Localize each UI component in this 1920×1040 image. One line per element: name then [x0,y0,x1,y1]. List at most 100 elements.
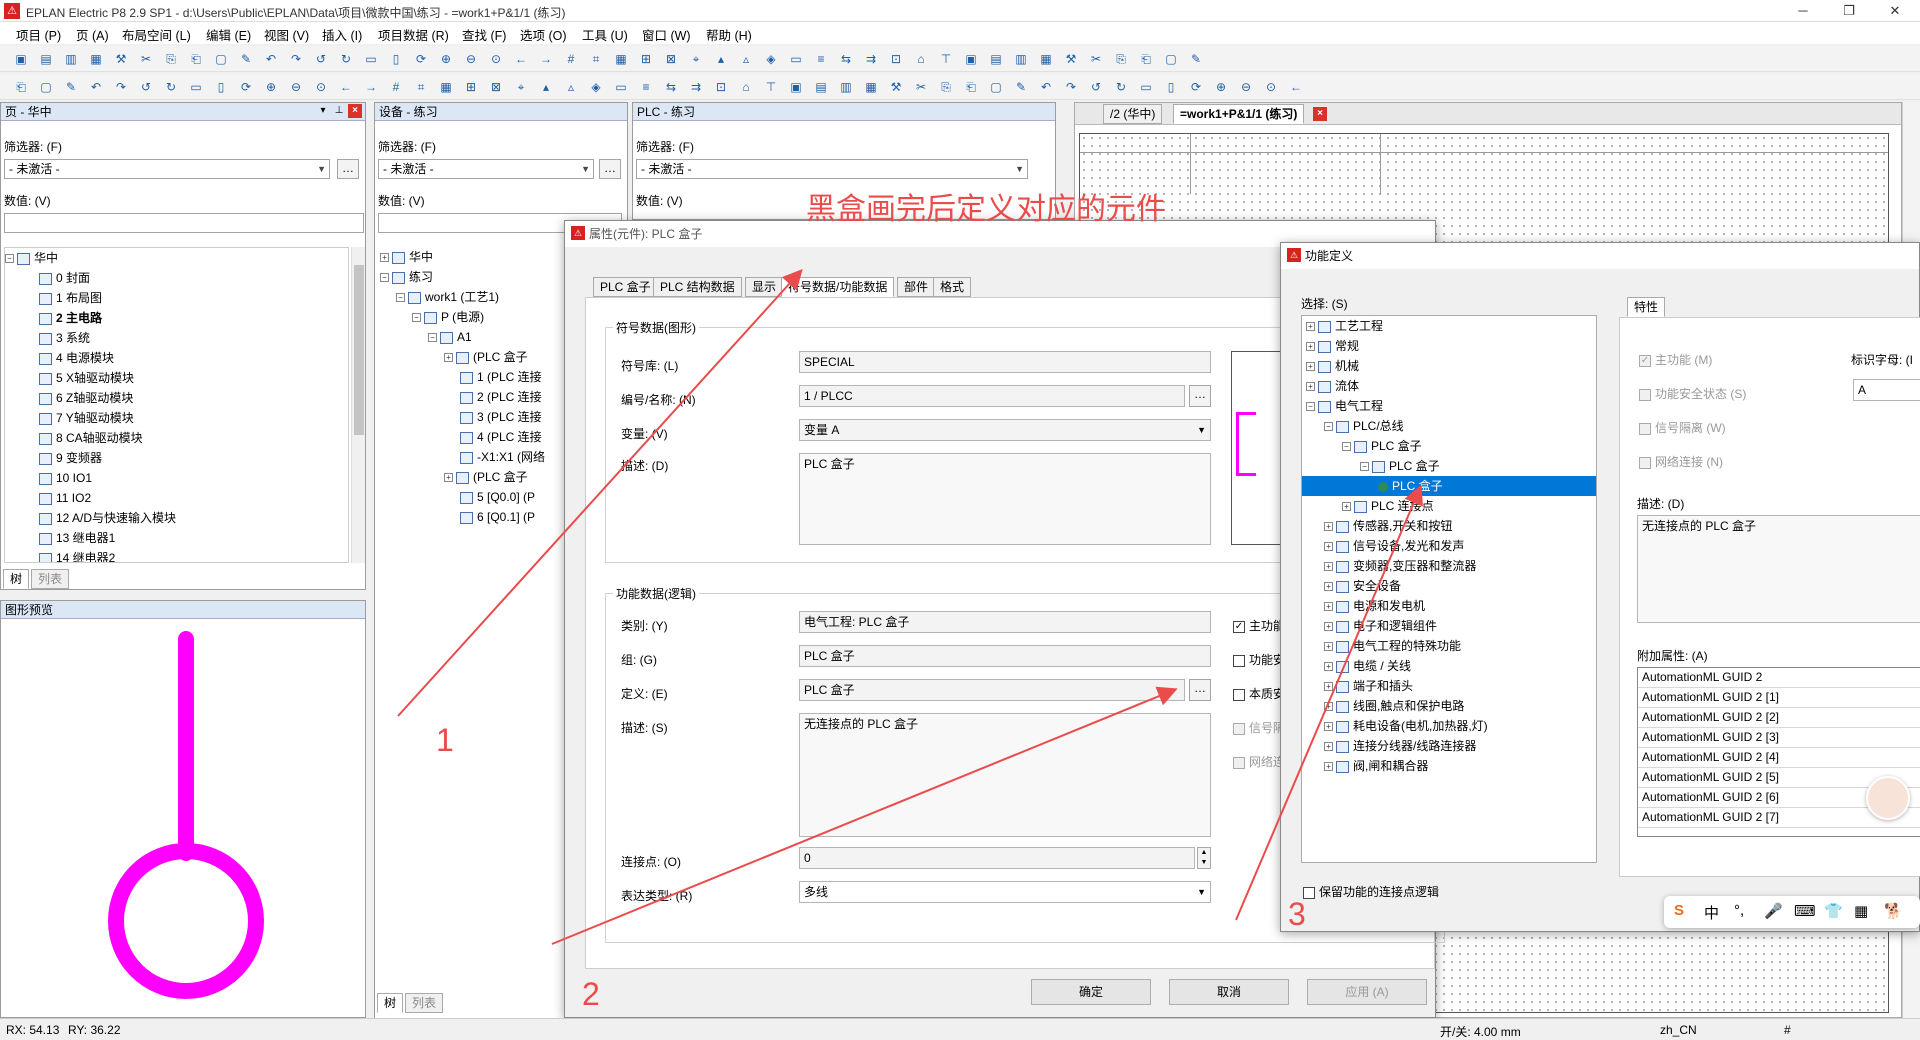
function-tree-item[interactable]: + 阀,闸和耦合器 [1302,756,1596,776]
menu-find[interactable]: 查找 (F) [462,25,506,44]
toolbar-button-icon[interactable]: ⚒ [112,50,130,68]
toolbar-button-icon[interactable]: ✎ [1012,78,1030,96]
function-tree-item[interactable]: + 流体 [1302,376,1596,396]
main-function-checkbox[interactable]: ✓ 主功能 [1233,617,1285,634]
toolbar-button-icon[interactable]: ▭ [187,78,205,96]
toolbar-button-icon[interactable]: ⌂ [737,78,755,96]
toolbar-button-icon[interactable]: ▭ [787,50,805,68]
toolbar-button-icon[interactable]: ⚒ [887,78,905,96]
toolbar-button-icon[interactable]: ⎘ [162,50,180,68]
ok-button[interactable]: 确定 [1031,979,1151,1005]
page-item[interactable]: 11 IO2 [5,488,348,508]
dropdown-icon[interactable]: ▾ [316,104,330,118]
toolbar-button-icon[interactable]: ▭ [612,78,630,96]
toolbar-button-icon[interactable]: ↺ [1087,78,1105,96]
toolbar-button-icon[interactable]: ▵ [562,78,580,96]
toolbar-button-icon[interactable]: ⎘ [937,78,955,96]
toolbar-button-icon[interactable]: ≡ [637,78,655,96]
page-item[interactable]: 5 X轴驱动模块 [5,368,348,388]
ime-button-icon[interactable]: 中 [1704,902,1719,923]
plc-filter-select[interactable]: - 未激活 - ▼ [636,159,1028,179]
function-tree-item[interactable]: − 电气工程 [1302,396,1596,416]
number-browse-button[interactable]: … [1189,385,1211,407]
toolbar-button-icon[interactable]: # [562,50,580,68]
toolbar-button-icon[interactable]: ↶ [262,50,280,68]
main-function-checkbox[interactable]: ✓ 主功能 (M) [1639,351,1712,368]
toolbar-button-icon[interactable]: → [362,78,380,96]
toolbar-button-icon[interactable]: ↷ [112,78,130,96]
toolbar-button-icon[interactable]: ⎘ [1112,50,1130,68]
toolbar-button-icon[interactable]: ↶ [87,78,105,96]
toolbar-button-icon[interactable]: ⎗ [12,78,30,96]
menu-tools[interactable]: 工具 (U) [582,25,628,44]
function-tree-item[interactable]: − PLC/总线 [1302,416,1596,436]
expand-icon[interactable]: + [1324,622,1333,632]
function-tree-item[interactable]: − PLC 盒子 [1302,456,1596,476]
restore-button[interactable]: ❐ [1826,0,1872,22]
toolbar-button-icon[interactable]: ⊕ [437,50,455,68]
toolbar-button-icon[interactable]: ▢ [1162,50,1180,68]
tab-properties[interactable]: 特性 [1627,297,1666,317]
toolbar-button-icon[interactable]: ← [512,50,530,68]
network-connection-checkbox[interactable]: 网络连接 (N) [1639,453,1723,470]
toolbar-button-icon[interactable]: ◈ [762,50,780,68]
connections-field[interactable]: 0 [799,847,1195,869]
menu-page[interactable]: 页 (A) [76,25,109,44]
toolbar-button-icon[interactable]: ▦ [437,78,455,96]
toolbar-button-icon[interactable]: ▣ [787,78,805,96]
function-safety-state-checkbox[interactable]: 功能安全状态 (S) [1639,385,1746,402]
page-item[interactable]: 4 电源模块 [5,348,348,368]
minimize-button[interactable]: ─ [1780,0,1826,22]
toolbar-button-icon[interactable]: ▭ [362,50,380,68]
toolbar-button-icon[interactable]: ⌖ [512,78,530,96]
toolbar-button-icon[interactable]: ▤ [812,78,830,96]
toolbar-button-icon[interactable]: ⌗ [587,50,605,68]
function-tree-item[interactable]: + 耗电设备(电机,加热器,灯) [1302,716,1596,736]
function-tree-item[interactable]: + 电缆 / 关线 [1302,656,1596,676]
toolbar-button-icon[interactable]: ▢ [212,50,230,68]
page-item[interactable]: 6 Z轴驱动模块 [5,388,348,408]
toolbar-button-icon[interactable]: ↷ [287,50,305,68]
function-tree-item[interactable]: + 线圈,触点和保护电路 [1302,696,1596,716]
toolbar-button-icon[interactable]: ↻ [162,78,180,96]
ime-button-icon[interactable]: 👕 [1824,902,1843,920]
toolbar-button-icon[interactable]: ⊤ [937,50,955,68]
toolbar-button-icon[interactable]: ⊕ [262,78,280,96]
toolbar-button-icon[interactable]: ✎ [237,50,255,68]
toolbar-button-icon[interactable]: ↷ [1062,78,1080,96]
toolbar-button-icon[interactable]: ⊙ [1262,78,1280,96]
expand-icon[interactable]: − [396,293,405,303]
menu-project-data[interactable]: 项目数据 (R) [378,25,449,44]
toolbar-button-icon[interactable]: ▤ [37,50,55,68]
toolbar-button-icon[interactable]: ⊡ [712,78,730,96]
devices-tab-list[interactable]: 列表 [405,993,444,1013]
function-tree-item[interactable]: + 常规 [1302,336,1596,356]
expand-icon[interactable]: + [1324,702,1333,712]
toolbar-button-icon[interactable]: ⌂ [912,50,930,68]
page-item[interactable]: 9 变频器 [5,448,348,468]
toolbar-button-icon[interactable]: ↺ [137,78,155,96]
number-field[interactable]: 1 / PLCC [799,385,1185,407]
page-item[interactable]: 3 系统 [5,328,348,348]
menu-insert[interactable]: 插入 (I) [322,25,362,44]
expand-icon[interactable]: + [1324,522,1333,532]
function-tree-item[interactable]: + 安全设备 [1302,576,1596,596]
ime-button-icon[interactable]: ▦ [1854,902,1868,920]
expand-icon[interactable]: − [1324,422,1333,432]
expand-icon[interactable]: + [1324,562,1333,572]
toolbar-button-icon[interactable]: ▦ [862,78,880,96]
toolbar-button-icon[interactable]: ▵ [737,50,755,68]
toolbar-button-icon[interactable]: ⟳ [412,50,430,68]
expand-icon[interactable]: + [1306,322,1315,332]
toolbar-button-icon[interactable]: ▥ [1012,50,1030,68]
toolbar-button-icon[interactable]: ✎ [1187,50,1205,68]
expand-icon[interactable]: + [1324,602,1333,612]
expand-icon[interactable]: + [1324,682,1333,692]
page-item[interactable]: 1 布局图 [5,288,348,308]
menu-window[interactable]: 窗口 (W) [642,25,691,44]
ime-button-icon[interactable]: ⌨ [1794,902,1816,920]
expand-icon[interactable]: − [428,333,437,343]
pages-scrollbar[interactable] [351,247,365,563]
menu-project[interactable]: 项目 (P) [16,25,61,44]
function-tree-item[interactable]: PLC 盒子 [1302,476,1596,496]
